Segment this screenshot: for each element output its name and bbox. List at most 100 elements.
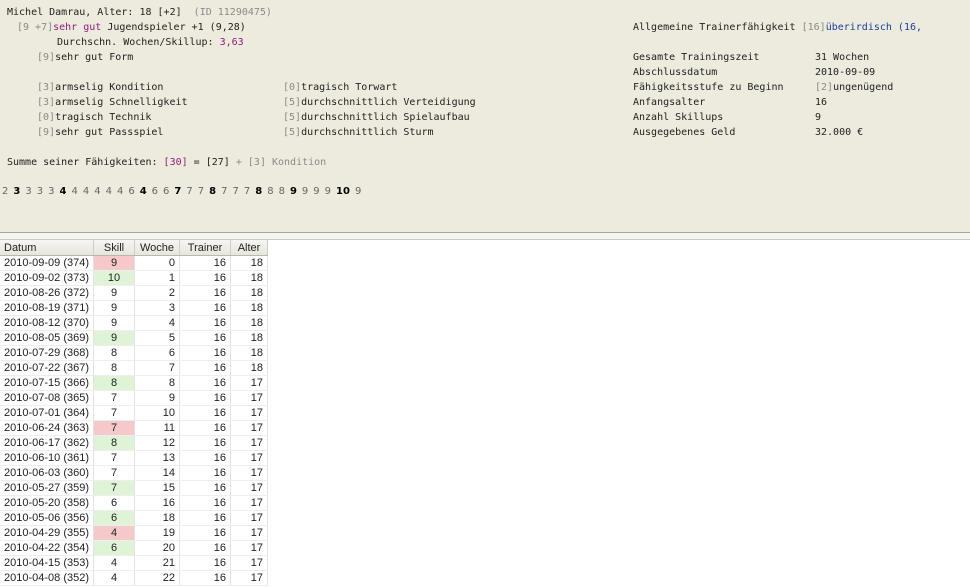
trainer-ability-line: Allgemeine Trainerfähigkeit [16]überirdi… [633,20,922,35]
cell-age: 18 [230,315,269,331]
cell-skill: 7 [93,405,136,421]
column-header-skill[interactable]: Skill [93,240,136,256]
history-value: 9 [313,186,320,197]
history-value: 7 [221,186,228,197]
table-body: 2010-09-09 (374) 9 0 16 18 2010-09-02 (373) 10… [0,255,269,586]
table-row[interactable]: 2010-05-06 (356) 6 18 16 17 [0,510,269,526]
cell-week: 5 [134,330,181,346]
avg-weeks-value: 3,63 [219,37,244,48]
cell-trainer: 16 [179,435,232,451]
skill-technik: [0]tragisch Technik [37,110,151,125]
table-row[interactable]: 2010-06-17 (362) 8 12 16 17 [0,435,269,451]
trainer-row-value: 2010-09-09 [815,67,876,78]
cell-age: 18 [230,300,269,316]
history-value: 9 [354,186,362,197]
cell-skill: 9 [93,285,136,301]
table-row[interactable]: 2010-06-03 (360) 7 14 16 17 [0,465,269,481]
cell-age: 18 [230,270,269,286]
cell-date: 2010-09-09 (374) [0,255,95,271]
column-header-datum[interactable]: Datum [0,240,95,256]
training-table-container[interactable]: Datum Skill Woche Trainer Alter 2010-09-09 (… [0,240,970,587]
cell-date: 2010-04-15 (353) [0,555,95,571]
trainer-row-label: Gesamte Trainingszeit [633,52,760,63]
cell-age: 18 [230,330,269,346]
cell-trainer: 16 [179,345,232,361]
table-row[interactable]: 2010-06-24 (363) 7 11 16 17 [0,420,269,436]
column-header-trainer[interactable]: Trainer [179,240,232,256]
table-row[interactable]: 2010-07-29 (368) 8 6 16 18 [0,345,269,361]
table-row[interactable]: 2010-04-15 (353) 4 21 16 17 [0,555,269,571]
cell-skill: 10 [93,270,136,286]
cell-age: 17 [230,555,269,571]
cell-week: 14 [134,465,181,481]
table-row[interactable]: 2010-07-08 (365) 7 9 16 17 [0,390,269,406]
cell-age: 18 [230,360,269,376]
table-row[interactable]: 2010-07-01 (364) 7 10 16 17 [0,405,269,421]
table-row[interactable]: 2010-04-22 (354) 6 20 16 17 [0,540,269,556]
table-row[interactable]: 2010-09-02 (373) 10 1 16 18 [0,270,269,286]
table-row[interactable]: 2010-07-22 (367) 8 7 16 18 [0,360,269,376]
skill-verteidigung: [5]durchschnittlich Verteidigung [283,95,476,110]
table-row[interactable]: 2010-04-08 (352) 4 22 16 17 [0,570,269,586]
avg-weeks-line: Durchschn. Wochen/Skillup: 3,63 [57,35,244,50]
training-table: Datum Skill Woche Trainer Alter 2010-09-09 (… [0,240,269,586]
cell-skill: 7 [93,465,136,481]
table-row[interactable]: 2010-04-29 (355) 4 19 16 17 [0,525,269,541]
cell-week: 12 [134,435,181,451]
trainer-ability-bracket: [16] [801,22,826,33]
cell-trainer: 16 [179,465,232,481]
cell-week: 11 [134,420,181,436]
table-row[interactable]: 2010-07-15 (366) 8 8 16 17 [0,375,269,391]
trainer-row-label: Ausgegebenes Geld [633,127,736,138]
cell-skill: 4 [93,570,136,586]
trainer-row-value: 16 [815,97,828,108]
column-header-woche[interactable]: Woche [134,240,181,256]
cell-age: 17 [230,420,269,436]
table-row[interactable]: 2010-08-12 (370) 9 4 16 18 [0,315,269,331]
cell-date: 2010-08-05 (369) [0,330,95,346]
cell-trainer: 16 [179,510,232,526]
column-header-alter[interactable]: Alter [230,240,269,256]
trainer-row-label: Anzahl Skillups [633,112,724,123]
table-row[interactable]: 2010-06-10 (361) 7 13 16 17 [0,450,269,466]
splitter-handle[interactable] [0,232,970,240]
specialty-level: sehr gut [53,22,102,33]
skill-bracket: [5] [283,97,302,108]
history-value: 10 [336,186,350,197]
table-row[interactable]: 2010-05-20 (358) 6 16 16 17 [0,495,269,511]
cell-trainer: 16 [179,525,232,541]
table-row[interactable]: 2010-08-19 (371) 9 3 16 18 [0,300,269,316]
cell-age: 17 [230,540,269,556]
cell-date: 2010-07-29 (368) [0,345,95,361]
table-row[interactable]: 2010-09-09 (374) 9 0 16 18 [0,255,269,271]
cell-date: 2010-07-22 (367) [0,360,95,376]
trainer-ability-label: Allgemeine Trainerfähigkeit [633,22,796,33]
cell-date: 2010-06-17 (362) [0,435,95,451]
skill-text: armselig Kondition [55,82,164,93]
cell-week: 7 [134,360,181,376]
history-value: 7 [174,186,182,197]
cell-trainer: 16 [179,255,232,271]
table-row[interactable]: 2010-05-27 (359) 7 15 16 17 [0,480,269,496]
trainer-ability-value: überirdisch (16, [825,22,923,33]
trainer-row-label: Anfangsalter [633,97,706,108]
cell-trainer: 16 [179,300,232,316]
cell-skill: 6 [93,540,136,556]
cell-trainer: 16 [179,555,232,571]
table-row[interactable]: 2010-08-05 (369) 9 5 16 18 [0,330,269,346]
cell-week: 13 [134,450,181,466]
skill-text: armselig Schnelligkeit [55,97,188,108]
skill-text: durchschnittlich Sturm [301,127,434,138]
cell-age: 17 [230,510,269,526]
cell-date: 2010-07-01 (364) [0,405,95,421]
specialty-text: Jugendspieler +1 (9,28) [107,22,246,33]
skill-bracket: [5] [283,112,302,123]
cell-skill: 9 [93,300,136,316]
cell-week: 2 [134,285,181,301]
player-name: Michel Damrau, Alter: 18 [7,7,152,18]
trainer-row-value: 9 [815,112,822,123]
table-row[interactable]: 2010-08-26 (372) 9 2 16 18 [0,285,269,301]
history-value: 6 [128,186,135,197]
history-value: 8 [255,186,263,197]
trainer-row-value: 32.000 € [815,127,864,138]
